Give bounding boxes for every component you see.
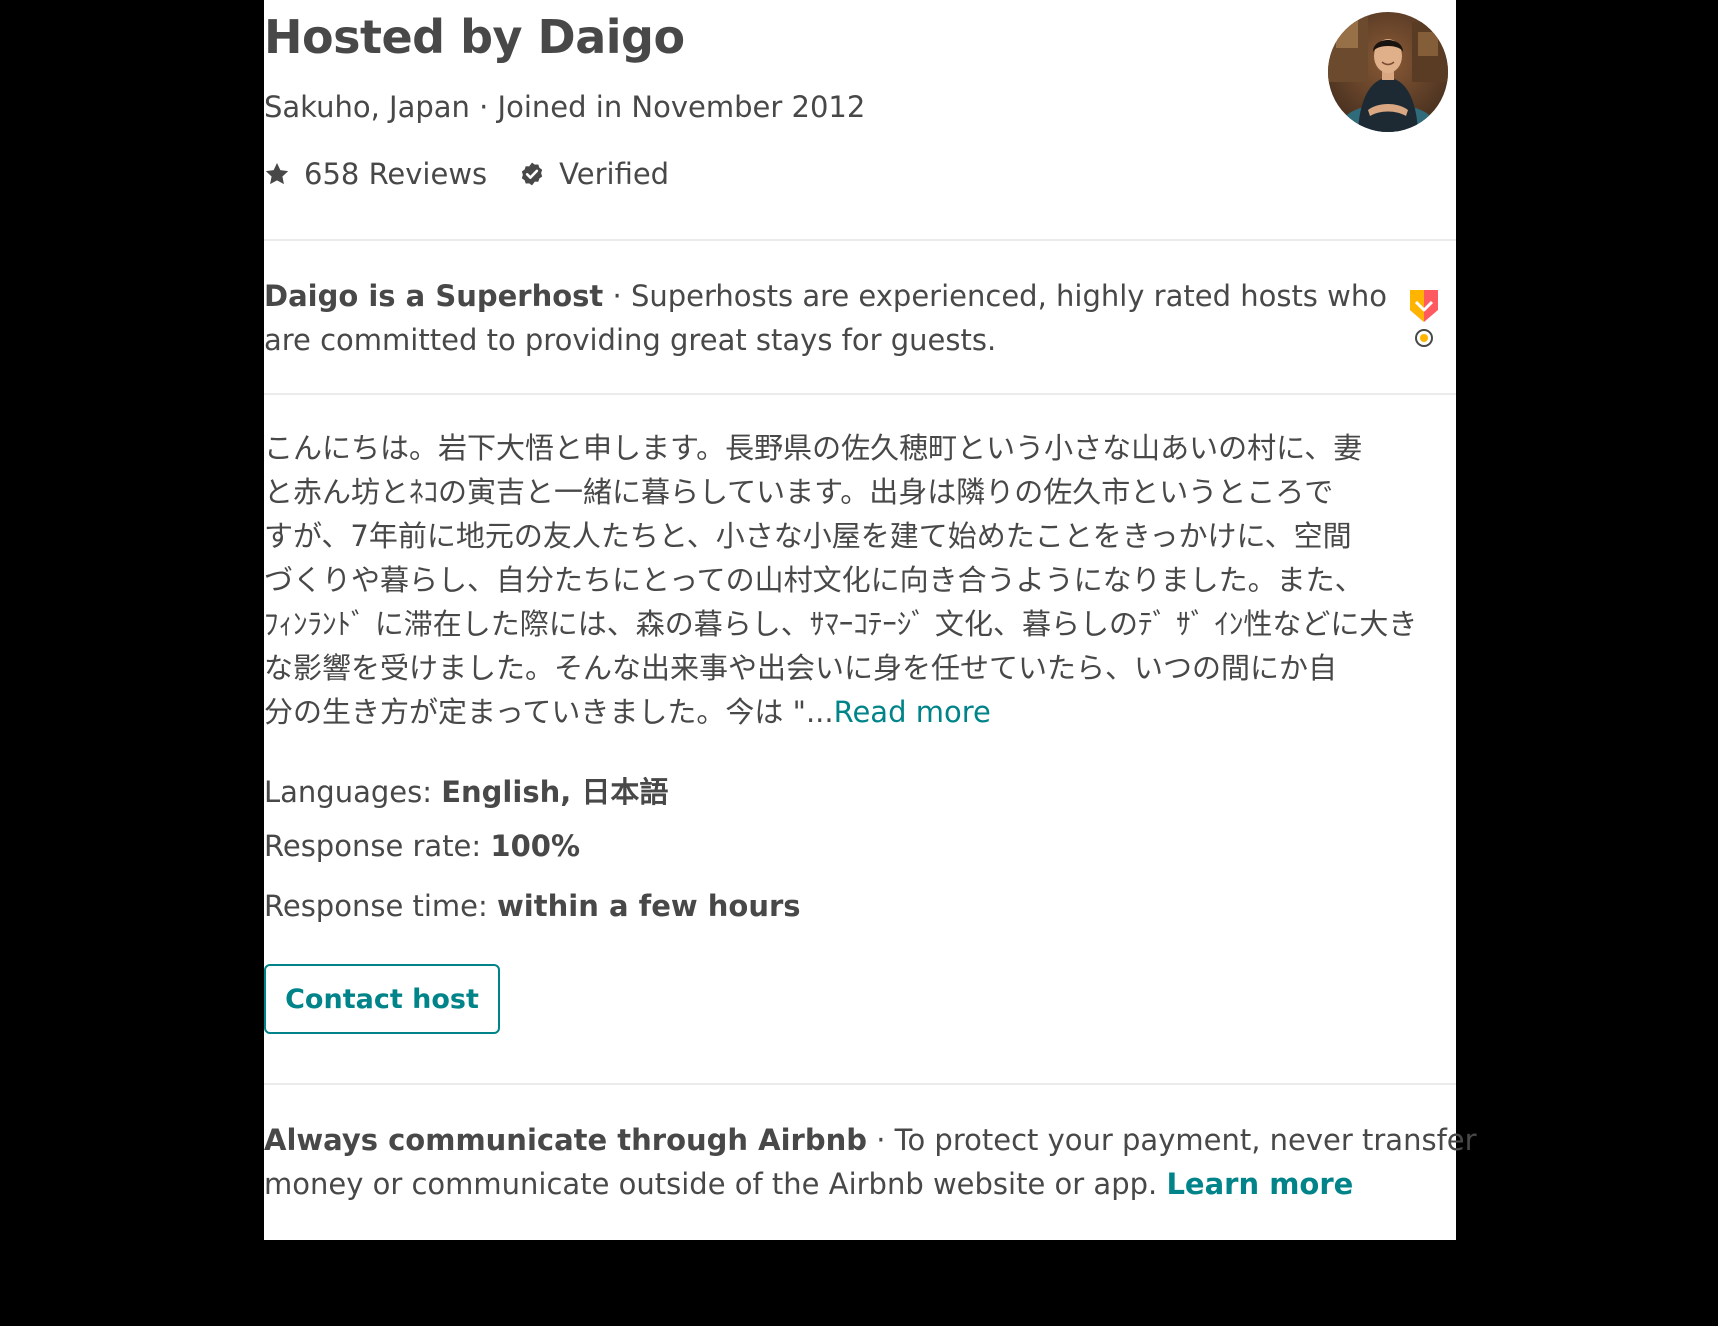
notice-line-1: Always communicate through Airbnb · To p…: [264, 1118, 1477, 1162]
contact-host-button[interactable]: Contact host: [264, 964, 500, 1034]
host-bio: こんにちは。岩下大悟と申します。長野県の佐久穂町という小さな山あいの村に、妻 と…: [264, 426, 1456, 734]
superhost-medal-icon: [1404, 286, 1444, 350]
reviews-count: 658 Reviews: [304, 157, 488, 191]
notice-text-1: To protect your payment, never transfer: [894, 1123, 1477, 1157]
verified-item: Verified: [519, 157, 669, 191]
read-more-link[interactable]: Read more: [834, 695, 991, 729]
languages-label: Languages:: [264, 775, 442, 809]
host-header: Hosted by Daigo Sakuho, Japan · Joined i…: [264, 0, 1456, 240]
learn-more-link[interactable]: Learn more: [1166, 1167, 1353, 1201]
bio-line-last: 分の生き方が定まっていきました。今は "...Read more: [264, 690, 1456, 734]
notice-heading: Always communicate through Airbnb: [264, 1123, 868, 1157]
superhost-heading: Daigo is a Superhost: [264, 279, 604, 313]
bio-line: ﾌｨﾝﾗﾝﾄﾞ に滞在した際には、森の暮らし、ｻﾏｰｺﾃｰｼﾞ 文化、暮らしのﾃ…: [264, 607, 1418, 641]
bio-line: 分の生き方が定まっていきました。今は "...: [264, 695, 834, 729]
host-meta-row: 658 Reviews Verified: [264, 154, 669, 194]
response-rate-value: 100%: [490, 829, 580, 863]
host-profile-panel: Hosted by Daigo Sakuho, Japan · Joined i…: [264, 0, 1477, 1240]
star-icon: [264, 161, 290, 187]
bio-line: こんにちは。岩下大悟と申します。長野県の佐久穂町という小さな山あいの村に、妻: [264, 431, 1363, 465]
response-rate-label: Response rate:: [264, 829, 491, 863]
superhost-separator: ·: [603, 279, 631, 313]
response-time-value: within a few hours: [497, 889, 801, 923]
host-avatar-photo: [1328, 12, 1448, 132]
bio-line: と赤ん坊とﾈｺの寅吉と一緒に暮らしています。出身は隣りの佐久市というところで: [264, 475, 1334, 509]
bio-line: な影響を受けました。そんな出来事や出会いに身を任せていたら、いつの間にか自: [264, 651, 1338, 685]
superhost-description-2: are committed to providing great stays f…: [264, 323, 997, 357]
divider: [264, 1083, 1456, 1085]
response-time-label: Response time:: [264, 889, 498, 923]
host-location-joined: Sakuho, Japan · Joined in November 2012: [264, 90, 866, 124]
notice-line-2: money or communicate outside of the Airb…: [264, 1162, 1456, 1206]
superhost-section: Daigo is a Superhost · Superhosts are ex…: [264, 274, 1387, 362]
divider: [264, 239, 1456, 241]
verified-shield-icon: [519, 161, 545, 187]
languages-row: Languages: English, 日本語: [264, 769, 668, 811]
avatar[interactable]: [1328, 12, 1448, 132]
divider: [264, 393, 1456, 395]
superhost-line-1: Daigo is a Superhost · Superhosts are ex…: [264, 274, 1387, 318]
response-rate-row: Response rate: 100%: [264, 829, 580, 863]
page-title: Hosted by Daigo: [264, 10, 685, 64]
response-time-row: Response time: within a few hours: [264, 889, 801, 923]
notice-separator: ·: [867, 1123, 895, 1157]
superhost-description-1: Superhosts are experienced, highly rated…: [630, 279, 1387, 313]
communication-notice: Always communicate through Airbnb · To p…: [264, 1118, 1477, 1206]
verified-label: Verified: [559, 157, 670, 191]
reviews-link[interactable]: 658 Reviews: [264, 157, 487, 191]
notice-text-2: money or communicate outside of the Airb…: [264, 1167, 1167, 1201]
bio-line: づくりや暮らし、自分たちにとっての山村文化に向き合うようになりました。また、: [264, 563, 1364, 597]
bio-line: すが、7年前に地元の友人たちと、小さな小屋を建て始めたことをきっかけに、空間: [264, 519, 1352, 553]
languages-value: English, 日本語: [441, 775, 669, 809]
